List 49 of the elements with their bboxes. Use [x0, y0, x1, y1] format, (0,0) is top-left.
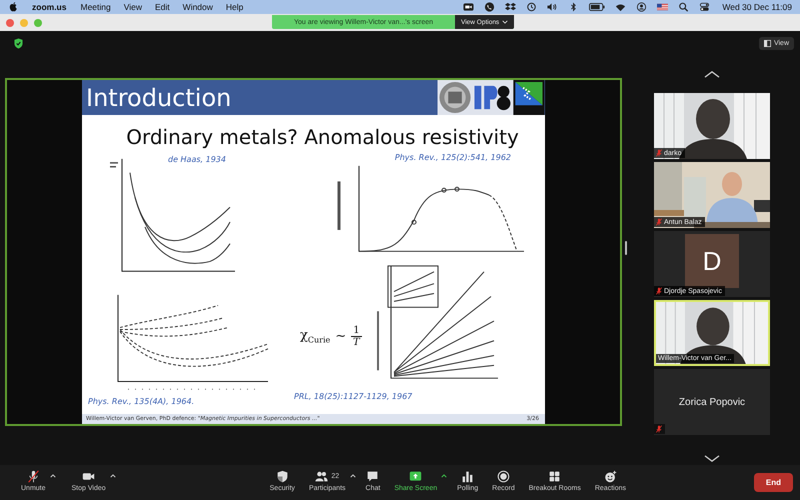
- shield-icon: [276, 470, 289, 482]
- participant-name: Zorica Popovic: [678, 396, 746, 408]
- battery-icon[interactable]: [589, 2, 606, 12]
- menu-clock[interactable]: Wed 30 Dec 11:09: [722, 2, 792, 12]
- phone-bubble-icon[interactable]: [484, 2, 496, 12]
- caret-icon[interactable]: [50, 474, 56, 478]
- figure-caption: PRL, 18(25):1127-1129, 1967: [294, 392, 414, 401]
- wifi-icon[interactable]: [615, 2, 626, 12]
- caret-icon[interactable]: [110, 474, 116, 478]
- record-icon: [496, 470, 510, 482]
- figure-caption: Phys. Rev., 135(4A), 1964.: [88, 397, 194, 406]
- menu-item[interactable]: Meeting: [80, 2, 111, 12]
- bar-chart-icon: [461, 470, 474, 482]
- figure-caption: de Haas, 1934: [168, 155, 226, 164]
- search-icon[interactable]: [678, 2, 690, 12]
- chevron-up-icon[interactable]: [703, 71, 721, 78]
- volume-icon[interactable]: [547, 2, 558, 12]
- user-icon[interactable]: [636, 2, 648, 12]
- end-button[interactable]: End: [754, 473, 793, 492]
- figure-caption: Phys. Rev., 125(2):541, 1962: [394, 153, 511, 162]
- participant-tile[interactable]: Zorica Popovic: [654, 369, 770, 435]
- app-menu[interactable]: zoom.us: [32, 2, 66, 12]
- caret-icon[interactable]: [350, 474, 356, 478]
- box-icon[interactable]: [505, 2, 516, 12]
- share-screen-icon: [409, 470, 422, 482]
- resize-handle[interactable]: [625, 241, 627, 255]
- muted-mic-icon: [26, 470, 40, 482]
- control-center-icon[interactable]: [699, 2, 710, 12]
- history-icon[interactable]: [526, 2, 538, 12]
- caret-icon: [502, 20, 508, 24]
- apple-icon[interactable]: [9, 2, 18, 12]
- four-squares-icon: [548, 470, 562, 482]
- menu-item[interactable]: View: [124, 2, 142, 12]
- smiley-plus-icon: [604, 470, 617, 482]
- avatar: D: [685, 234, 739, 288]
- menu-item[interactable]: Edit: [155, 2, 170, 12]
- close-button[interactable]: [6, 18, 14, 26]
- chevron-down-icon[interactable]: [703, 455, 721, 462]
- slide-title: Ordinary metals? Anomalous resistivity: [125, 124, 520, 151]
- camera-icon[interactable]: [463, 2, 474, 12]
- menu-item[interactable]: Window: [182, 2, 213, 12]
- grid-icon: [764, 40, 771, 47]
- shield-icon[interactable]: [14, 38, 23, 49]
- speech-bubble-icon: [366, 470, 380, 482]
- menu-item[interactable]: Help: [226, 2, 244, 12]
- slide-heading: Introduction: [85, 84, 232, 112]
- caret-icon[interactable]: [441, 474, 448, 478]
- people-icon: [315, 470, 328, 482]
- flag-icon[interactable]: [657, 2, 668, 12]
